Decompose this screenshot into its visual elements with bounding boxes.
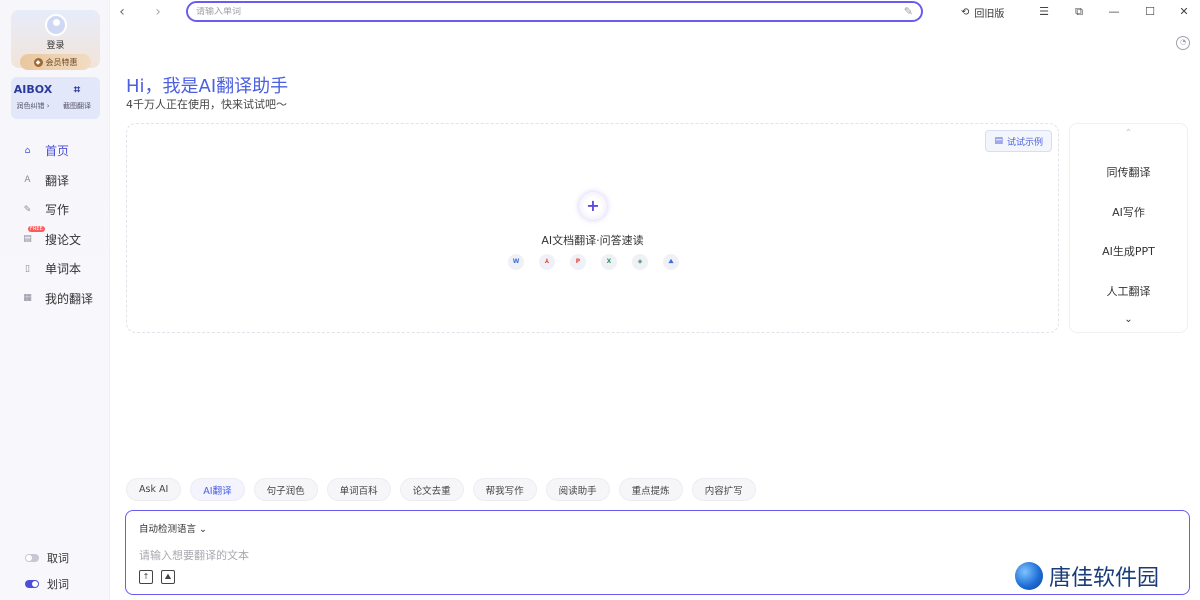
- word-pick-toggle[interactable]: 取词: [25, 545, 69, 571]
- sidebar: 登录 ◆ 会员特惠 AIBOX 润色纠错 › ⌗ 截图翻译 ⌂ 首页 A 翻译 …: [0, 0, 110, 600]
- sidebar-item-search-papers[interactable]: ▤ FREE 搜论文: [20, 225, 110, 255]
- sidebar-nav: ⌂ 首页 A 翻译 ✎ 写作 ▤ FREE 搜论文 ▯ 单词本 ▦ 我的翻译: [20, 136, 110, 313]
- free-badge: FREE: [28, 225, 45, 232]
- page-subtitle: 4千万人正在使用，快来试试吧～: [126, 98, 287, 111]
- try-example-label: 试试示例: [1006, 137, 1043, 148]
- example-icon: ▤: [994, 136, 1003, 146]
- document-upload-area[interactable]: ▤ 试试示例 + AI文档翻译·问答速读 W ⅄ P X ◈ ⛰: [126, 123, 1059, 333]
- sidebar-item-label: 翻译: [45, 173, 70, 188]
- chip-reading-assistant[interactable]: 阅读助手: [545, 478, 610, 501]
- upload-label: AI文档翻译·问答速读: [541, 234, 644, 247]
- image-icon: ⛰: [663, 254, 679, 270]
- pen-icon: ✎: [23, 204, 32, 215]
- word-icon: W: [508, 254, 524, 270]
- feature-ai-writing[interactable]: AI写作: [1070, 204, 1187, 220]
- home-icon: ⌂: [24, 145, 31, 156]
- minimize-icon[interactable]: —: [1104, 2, 1124, 22]
- wordbook-icon: ▯: [25, 263, 30, 274]
- translate-text-input[interactable]: [139, 547, 979, 567]
- word-search-input[interactable]: [196, 6, 904, 17]
- word-select-toggle[interactable]: 划词: [25, 571, 69, 597]
- login-label[interactable]: 登录: [11, 38, 100, 51]
- upload-image-icon[interactable]: ⛰: [161, 570, 175, 584]
- try-example-button[interactable]: ▤ 试试示例: [985, 130, 1052, 152]
- chevron-up-icon[interactable]: ⌃: [1070, 128, 1187, 139]
- sidebar-item-translate[interactable]: A 翻译: [20, 166, 110, 196]
- word-pick-label: 取词: [47, 552, 69, 565]
- chevron-down-icon[interactable]: ⌄: [1070, 314, 1187, 325]
- close-icon[interactable]: ✕: [1174, 2, 1194, 22]
- forward-button[interactable]: ›: [148, 2, 168, 22]
- upload-file-icon[interactable]: ↑: [139, 570, 153, 584]
- translate-icon: A: [24, 175, 31, 186]
- watermark-text: 唐佳软件园: [1049, 566, 1160, 591]
- word-select-switch[interactable]: [25, 580, 39, 588]
- vip-offer-label: 会员特惠: [45, 57, 78, 67]
- watermark-logo-icon: [1015, 562, 1043, 590]
- vip-offer-button[interactable]: ◆ 会员特惠: [20, 54, 91, 70]
- chip-help-write[interactable]: 帮我写作: [472, 478, 537, 501]
- tools-card: AIBOX 润色纠错 › ⌗ 截图翻译: [11, 77, 100, 119]
- word-pick-switch[interactable]: [25, 554, 39, 562]
- my-translation-icon: ▦: [23, 293, 32, 304]
- old-version-button[interactable]: ⟲ 回旧版: [961, 2, 1004, 22]
- format-icons: W ⅄ P X ◈ ⛰: [508, 254, 679, 270]
- chip-word-encyclopedia[interactable]: 单词百科: [326, 478, 391, 501]
- sidebar-item-label: 首页: [45, 144, 70, 159]
- feature-human-translation[interactable]: 人工翻译: [1070, 283, 1187, 299]
- handwriting-icon[interactable]: ✎: [904, 5, 913, 18]
- refresh-icon: ⟲: [961, 6, 970, 18]
- feature-panel: ⌃ 同传翻译 AI写作 AI生成PPT 人工翻译 ⌄: [1069, 123, 1188, 333]
- word-search-box[interactable]: ✎: [186, 1, 923, 22]
- login-card[interactable]: 登录 ◆ 会员特惠: [11, 10, 100, 70]
- word-select-label: 划词: [47, 578, 69, 591]
- chip-ask-ai[interactable]: Ask AI: [126, 478, 182, 501]
- sidebar-item-writing[interactable]: ✎ 写作: [20, 195, 110, 225]
- toggles: 取词 划词: [25, 545, 69, 597]
- language-select[interactable]: 自动检测语言 ⌄: [139, 521, 207, 535]
- feature-ai-ppt[interactable]: AI生成PPT: [1070, 243, 1187, 259]
- web-icon: ◈: [632, 254, 648, 270]
- chip-key-points[interactable]: 重点提炼: [618, 478, 683, 501]
- sidebar-item-label: 单词本: [45, 262, 82, 277]
- screenshot-translate-button[interactable]: ⌗ 截图翻译: [55, 82, 99, 111]
- page-title: Hi，我是AI翻译助手: [126, 76, 289, 97]
- feature-simultaneous-interpretation[interactable]: 同传翻译: [1070, 164, 1187, 180]
- chip-sentence-polish[interactable]: 句子润色: [253, 478, 318, 501]
- add-document-icon[interactable]: +: [579, 192, 607, 220]
- mode-chips: Ask AI AI翻译 句子润色 单词百科 论文去重 帮我写作 阅读助手 重点提…: [126, 478, 756, 501]
- ai-box-icon: AIBOX: [13, 83, 53, 96]
- sidebar-item-label: 写作: [45, 203, 70, 218]
- chip-paper-dedup[interactable]: 论文去重: [399, 478, 464, 501]
- ai-box-polish-button[interactable]: AIBOX 润色纠错 ›: [11, 82, 55, 111]
- menu-icon[interactable]: ☰: [1034, 2, 1054, 22]
- sidebar-item-my-translations[interactable]: ▦ 我的翻译: [20, 284, 110, 314]
- sidebar-item-label: 我的翻译: [45, 291, 94, 306]
- maximize-icon[interactable]: ☐: [1140, 2, 1160, 22]
- watermark: 唐佳软件园: [1015, 560, 1159, 592]
- mini-mode-icon[interactable]: ⧉: [1069, 2, 1089, 22]
- paper-glyph: ▤: [23, 234, 32, 245]
- diamond-icon: ◆: [33, 57, 43, 67]
- ppt-icon: P: [570, 254, 586, 270]
- old-version-label: 回旧版: [974, 8, 1005, 20]
- back-button[interactable]: ‹: [112, 2, 132, 22]
- screenshot-translate-label: 截图翻译: [63, 102, 91, 110]
- polish-correct-label: 润色纠错 ›: [16, 102, 50, 110]
- sidebar-item-home[interactable]: ⌂ 首页: [20, 136, 110, 166]
- excel-icon: X: [601, 254, 617, 270]
- chip-content-expand[interactable]: 内容扩写: [691, 478, 756, 501]
- paper-icon: ▤ FREE: [20, 225, 45, 247]
- pdf-icon: ⅄: [539, 254, 555, 270]
- crop-icon: ⌗: [73, 83, 81, 96]
- history-icon[interactable]: ◔: [1176, 36, 1190, 50]
- sidebar-item-label: 搜论文: [45, 232, 82, 247]
- chip-ai-translate[interactable]: AI翻译: [190, 478, 245, 501]
- sidebar-item-wordbook[interactable]: ▯ 单词本: [20, 254, 110, 284]
- avatar-icon[interactable]: [45, 14, 67, 36]
